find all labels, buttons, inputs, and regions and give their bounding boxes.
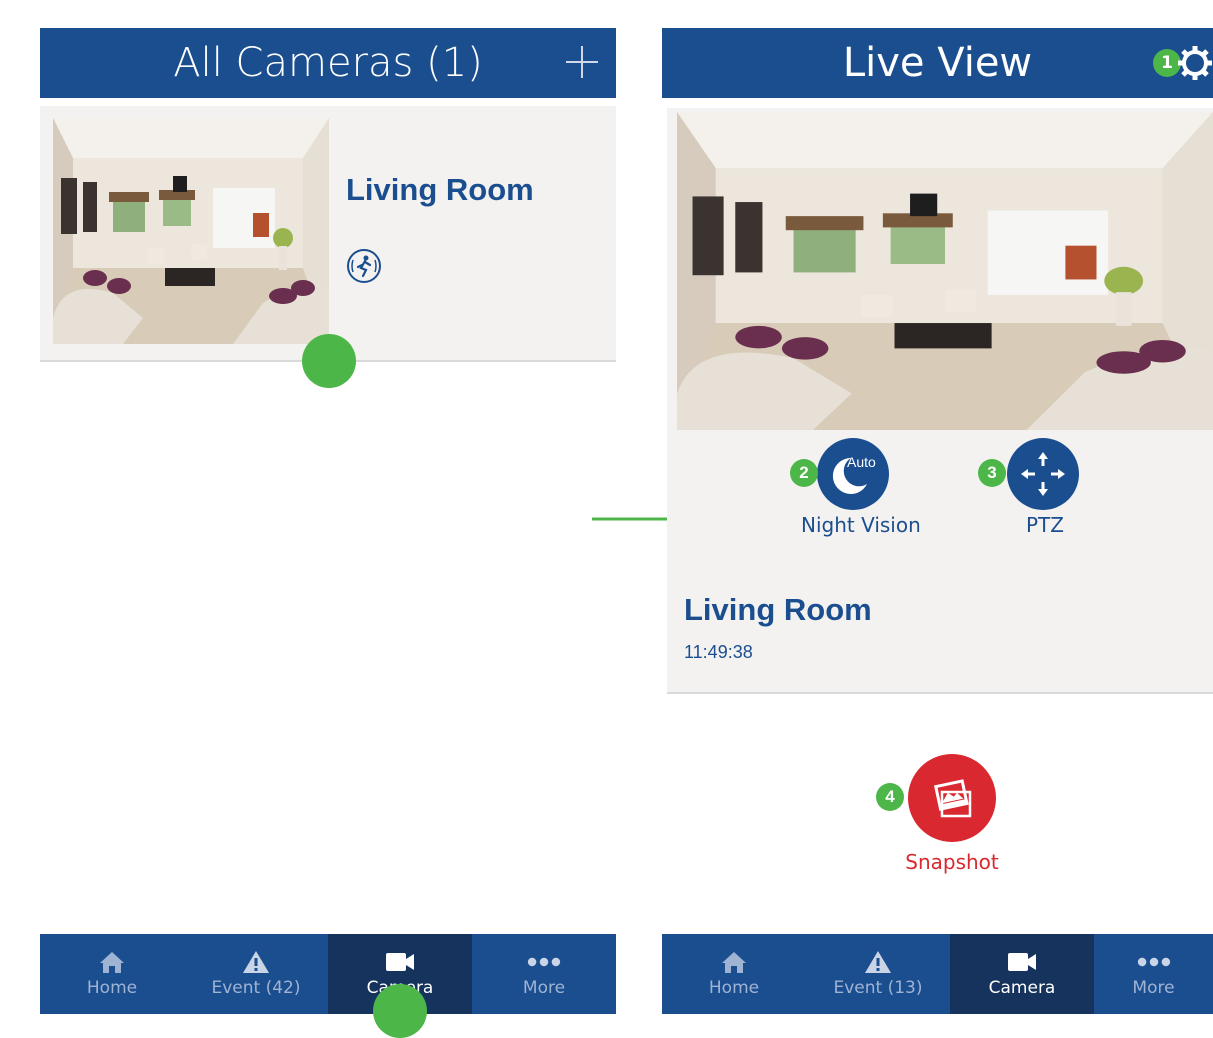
tap-indicator [373,984,427,1038]
bottom-tab-bar: Home Event (13) Camera More [662,934,1213,1014]
camera-name: Living Room [684,592,872,627]
home-icon [95,948,129,976]
ptz-arrows-icon [1021,452,1065,496]
home-icon [717,948,751,976]
camera-icon [383,948,417,976]
settings-area: 1 [1153,45,1213,81]
moon-icon [832,457,867,494]
tab-more[interactable]: More [1094,934,1213,1014]
tab-more[interactable]: More [472,934,616,1014]
ptz-button[interactable] [1007,438,1079,510]
live-view-card: Auto 2 Night Vision 3 PTZ Living Room 11… [667,108,1213,694]
annotation-badge: 3 [978,459,1006,487]
warning-icon [861,948,895,976]
tap-indicator [302,334,356,388]
tab-home[interactable]: Home [40,934,184,1014]
camera-thumbnail[interactable] [53,118,329,344]
more-icon [1137,948,1171,976]
tab-home[interactable]: Home [662,934,806,1014]
bottom-tab-bar: Home Event (42) Camera More [40,934,616,1014]
tab-event[interactable]: Event (42) [184,934,328,1014]
tab-label: Home [86,978,138,998]
camera-name: Living Room [346,172,534,207]
tab-label: More [522,978,566,998]
page-title: All Cameras (1) [173,40,483,86]
page-title: Live View [842,40,1033,86]
motion-detection-icon [347,249,381,283]
night-vision-button[interactable]: Auto [817,438,889,510]
night-vision-mode: Auto [847,454,876,470]
gear-icon[interactable] [1175,45,1213,81]
annotation-badge: 2 [790,459,818,487]
warning-icon [239,948,273,976]
tab-label: Home [708,978,760,998]
tab-label: Camera [988,978,1056,998]
tab-label: More [1132,978,1175,998]
photo-icon [934,779,972,818]
camera-list-item[interactable]: Living Room [40,106,616,362]
all-cameras-screen: All Cameras (1) Living Room Home Event (… [40,28,616,1038]
live-timestamp: 11:49:38 [684,642,753,662]
header-bar: All Cameras (1) [40,28,616,98]
live-video-feed[interactable] [677,112,1213,430]
annotation-badge: 4 [876,783,904,811]
header-bar: Live View 1 [662,28,1213,98]
tab-event[interactable]: Event (13) [806,934,950,1014]
camera-icon [1005,948,1039,976]
ptz-label: PTZ [1026,513,1064,537]
live-view-screen: Live View 1 Auto 2 Night Vision 3 PTZ Li… [662,28,1213,1016]
add-icon[interactable] [564,44,600,80]
tab-label: Event (13) [833,978,923,998]
night-vision-label: Night Vision [801,513,921,537]
tab-camera[interactable]: Camera [950,934,1094,1014]
snapshot-button[interactable] [908,754,996,842]
tab-label: Event (42) [211,978,301,998]
snapshot-label: Snapshot [905,850,999,874]
more-icon [527,948,561,976]
